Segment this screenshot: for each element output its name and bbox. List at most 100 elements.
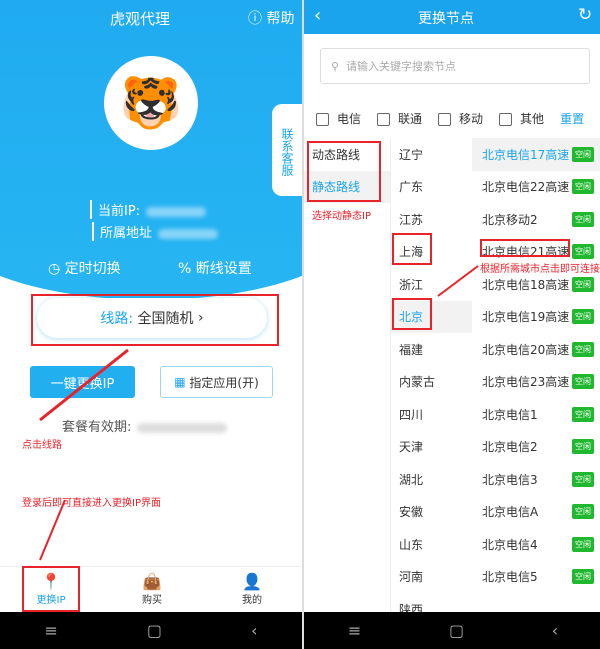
- province-item[interactable]: 江苏: [391, 203, 472, 236]
- node-name: 北京电信3: [482, 472, 538, 487]
- tab-buy[interactable]: 👜 购买: [122, 572, 182, 606]
- node-item[interactable]: 北京电信20高速 空闲: [472, 333, 600, 366]
- menu-icon[interactable]: ≡: [348, 621, 361, 640]
- header-background: [0, 0, 302, 300]
- route-selector[interactable]: 线路: 全国随机 ›: [37, 298, 267, 338]
- filter-unicom[interactable]: 联通: [377, 110, 422, 127]
- node-list: 北京电信17高速 空闲 北京电信22高速 空闲 北京移动2 空闲 北京电信21高速 空闲 北京电…: [472, 138, 600, 593]
- node-item[interactable]: 北京电信17高速 空闲: [472, 138, 600, 171]
- node-name: 北京电信18高速: [482, 277, 570, 292]
- province-item[interactable]: 河南: [391, 561, 472, 594]
- tab-change-ip[interactable]: 📍 更换IP: [21, 572, 81, 606]
- disconnect-settings-label: 断线设置: [195, 261, 252, 277]
- province-item[interactable]: 福建: [391, 333, 472, 366]
- status-badge: 空闲: [572, 569, 594, 585]
- back-icon[interactable]: ‹: [314, 5, 321, 26]
- route-label: 线路:: [100, 311, 134, 327]
- status-badge: 空闲: [572, 276, 594, 292]
- filter-mobile[interactable]: 移动: [438, 110, 483, 127]
- node-name: 北京移动2: [482, 212, 538, 227]
- node-item[interactable]: 北京电信2 空闲: [472, 431, 600, 464]
- annotation-route-type: 选择动静态IP: [312, 211, 371, 222]
- home-icon[interactable]: ▢: [147, 621, 162, 640]
- node-name: 北京电信19高速: [482, 310, 570, 325]
- status-badge: 空闲: [572, 504, 594, 520]
- isp-filters: 电信 联通 移动 其他 重置: [316, 110, 584, 127]
- node-name: 北京电信1: [482, 407, 538, 422]
- province-list: 辽宁 广东 江苏 上海 浙江 北京 福建 内蒙古 四川 天津 湖北 安徽 山东 河南 陕西: [390, 138, 472, 626]
- province-item[interactable]: 四川: [391, 398, 472, 431]
- province-item[interactable]: 内蒙古: [391, 366, 472, 399]
- app-title: 虎观代理: [110, 10, 171, 28]
- system-nav-bar: ≡ ▢ ‹: [0, 612, 302, 649]
- province-item[interactable]: 安徽: [391, 496, 472, 529]
- help-label: 帮助: [266, 11, 295, 27]
- home-icon[interactable]: ▢: [449, 621, 464, 640]
- tab-label: 更换IP: [36, 595, 66, 606]
- location-pin-icon: 📍: [41, 572, 61, 591]
- status-badge: 空闲: [572, 374, 594, 390]
- bag-icon: 👜: [142, 572, 162, 591]
- node-name: 北京电信20高速: [482, 342, 570, 357]
- system-nav-bar: ≡ ▢ ‹: [304, 612, 600, 649]
- disconnect-settings-button[interactable]: % 断线设置: [178, 258, 252, 278]
- node-item[interactable]: 北京电信22高速 空闲: [472, 171, 600, 204]
- filter-label: 移动: [459, 112, 484, 126]
- province-item[interactable]: 湖北: [391, 463, 472, 496]
- filter-telecom[interactable]: 电信: [316, 110, 361, 127]
- node-item[interactable]: 北京移动2 空闲: [472, 203, 600, 236]
- annotation-arrows: [39, 348, 129, 561]
- route-value: 全国随机: [137, 311, 194, 327]
- node-item[interactable]: 北京电信23高速 空闲: [472, 366, 600, 399]
- annotation-click-route: 点击线路: [22, 440, 62, 451]
- tab-me[interactable]: 👤 我的: [222, 572, 282, 606]
- contact-support-tab[interactable]: 联系客服: [272, 104, 302, 196]
- province-item[interactable]: 山东: [391, 528, 472, 561]
- node-item[interactable]: 北京电信5 空闲: [472, 561, 600, 594]
- current-ip: 当前IP:: [90, 200, 207, 219]
- timer-switch-button[interactable]: ◷ 定时切换: [48, 258, 121, 278]
- back-icon[interactable]: ‹: [251, 621, 257, 640]
- status-badge: 空闲: [572, 309, 594, 325]
- left-screen: 虎观代理 ⓘ 帮助 🐯 联系客服 当前IP: 所属地址 ◷ 定时切换 % 断线设…: [0, 0, 302, 649]
- node-name: 北京电信22高速: [482, 180, 570, 195]
- back-icon[interactable]: ‹: [552, 621, 558, 640]
- node-name: 北京电信4: [482, 537, 538, 552]
- node-item[interactable]: 北京电信3 空闲: [472, 463, 600, 496]
- help-icon: ⓘ: [248, 11, 262, 27]
- menu-icon[interactable]: ≡: [45, 621, 58, 640]
- node-name: 北京电信5: [482, 570, 538, 585]
- specify-app-label: 指定应用(开): [189, 375, 259, 390]
- tab-label: 购买: [142, 595, 162, 606]
- refresh-icon[interactable]: ↻: [578, 5, 592, 25]
- status-badge: 空闲: [572, 471, 594, 487]
- node-item[interactable]: 北京电信4 空闲: [472, 528, 600, 561]
- province-item[interactable]: 天津: [391, 431, 472, 464]
- current-ip-label: 当前IP:: [98, 204, 141, 219]
- status-badge: 空闲: [572, 146, 594, 162]
- apps-icon: ▦: [174, 375, 186, 389]
- node-name: 北京电信A: [482, 505, 539, 520]
- province-item[interactable]: 辽宁: [391, 138, 472, 171]
- search-icon: ⚲: [331, 59, 340, 73]
- annotation-arrow: [437, 265, 479, 297]
- node-item[interactable]: 北京电信19高速 空闲: [472, 301, 600, 334]
- tiger-logo-icon: 🐯: [104, 56, 198, 150]
- search-input[interactable]: ⚲ 请输入关键字搜索节点: [320, 48, 590, 84]
- node-item[interactable]: 北京电信1 空闲: [472, 398, 600, 431]
- annotation-box: [307, 141, 381, 202]
- status-badge: 空闲: [572, 406, 594, 422]
- province-item[interactable]: 广东: [391, 171, 472, 204]
- filter-other[interactable]: 其他: [499, 110, 544, 127]
- filter-label: 联通: [398, 112, 423, 126]
- status-badge: 空闲: [572, 244, 594, 260]
- node-item[interactable]: 北京电信A 空闲: [472, 496, 600, 529]
- user-icon: 👤: [242, 572, 262, 591]
- status-badge: 空闲: [572, 179, 594, 195]
- help-button[interactable]: ⓘ 帮助: [248, 8, 294, 28]
- status-badge: 空闲: [572, 439, 594, 455]
- tab-label: 我的: [242, 595, 262, 606]
- specify-app-button[interactable]: ▦ 指定应用(开): [160, 366, 273, 398]
- reset-button[interactable]: 重置: [560, 110, 584, 127]
- timer-switch-label: 定时切换: [64, 261, 121, 277]
